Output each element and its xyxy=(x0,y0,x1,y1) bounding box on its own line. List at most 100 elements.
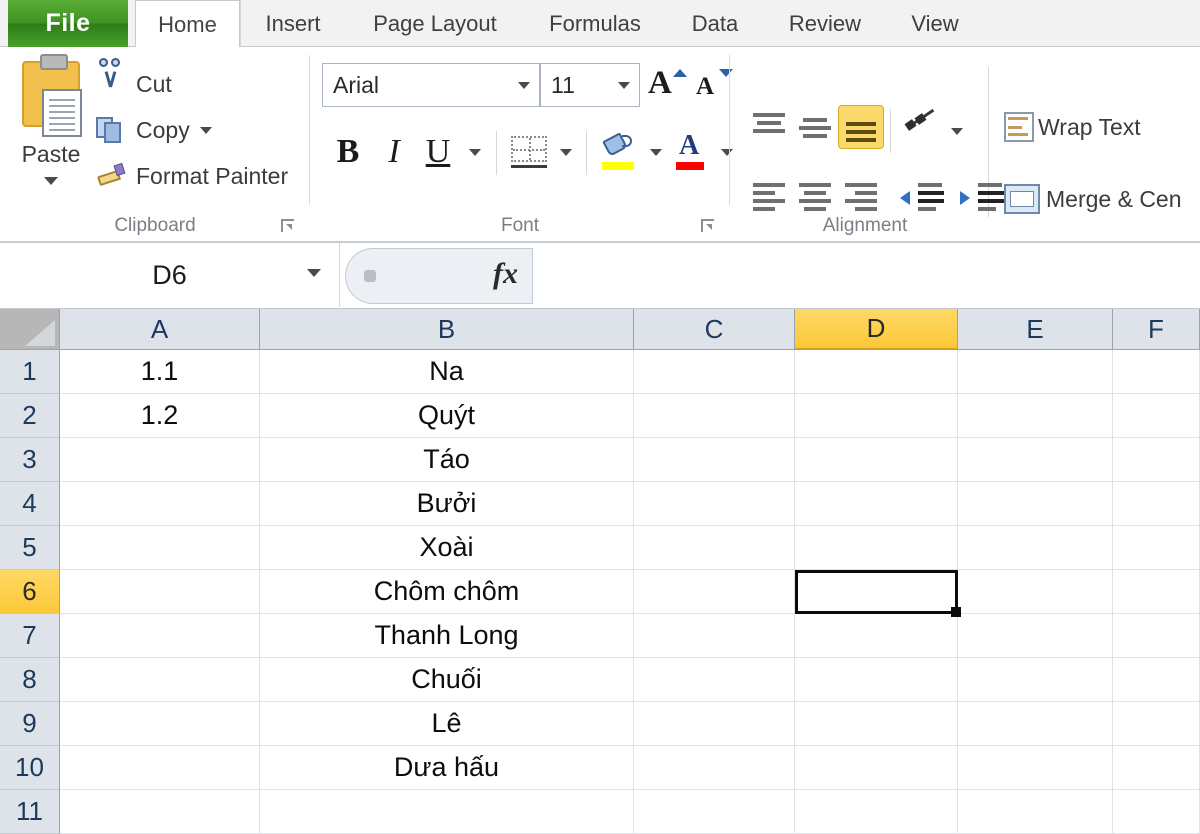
cell-B11[interactable] xyxy=(260,790,634,834)
cell-E6[interactable] xyxy=(958,570,1113,614)
column-header-C[interactable]: C xyxy=(634,309,795,350)
font-size-input[interactable]: 11 xyxy=(540,63,640,107)
cell-E3[interactable] xyxy=(958,438,1113,482)
row-header-5[interactable]: 5 xyxy=(0,526,60,570)
fill-color-dropdown[interactable] xyxy=(642,127,670,177)
cell-A11[interactable] xyxy=(60,790,260,834)
underline-button[interactable]: U xyxy=(416,127,460,177)
cell-E5[interactable] xyxy=(958,526,1113,570)
increase-font-size-button[interactable]: A xyxy=(646,63,690,107)
cell-D4[interactable] xyxy=(795,482,958,526)
cell-D11[interactable] xyxy=(795,790,958,834)
cell-A8[interactable] xyxy=(60,658,260,702)
row-header-6[interactable]: 6 xyxy=(0,570,60,614)
cell-A5[interactable] xyxy=(60,526,260,570)
cell-A9[interactable] xyxy=(60,702,260,746)
spreadsheet-grid[interactable]: ABCDEF 1 2 3 4 5 6 7 8 9 10 11 1.1 Na 1.2 Quýt Táo Bưởi… xyxy=(0,309,1200,834)
tab-data[interactable]: Data xyxy=(665,0,765,47)
cell-C8[interactable] xyxy=(634,658,795,702)
chevron-down-icon[interactable] xyxy=(44,177,58,185)
row-header-4[interactable]: 4 xyxy=(0,482,60,526)
cell-E9[interactable] xyxy=(958,702,1113,746)
cell-F7[interactable] xyxy=(1113,614,1200,658)
cell-F2[interactable] xyxy=(1113,394,1200,438)
cell-F5[interactable] xyxy=(1113,526,1200,570)
fill-color-button[interactable] xyxy=(596,127,642,177)
cell-B6[interactable]: Chôm chôm xyxy=(260,570,634,614)
tab-home[interactable]: Home xyxy=(135,0,240,48)
cell-C1[interactable] xyxy=(634,350,795,394)
active-cell-selection[interactable] xyxy=(795,570,961,617)
tab-review[interactable]: Review xyxy=(765,0,885,47)
cell-F4[interactable] xyxy=(1113,482,1200,526)
cell-E11[interactable] xyxy=(958,790,1113,834)
cell-A4[interactable] xyxy=(60,482,260,526)
borders-dropdown[interactable] xyxy=(552,127,580,177)
name-box[interactable]: D6 xyxy=(0,243,340,307)
cell-C5[interactable] xyxy=(634,526,795,570)
font-dialog-launcher[interactable] xyxy=(700,218,716,234)
fill-handle[interactable] xyxy=(951,607,961,617)
tab-formulas[interactable]: Formulas xyxy=(525,0,665,47)
borders-button[interactable] xyxy=(506,127,552,177)
font-color-button[interactable]: A xyxy=(670,127,714,177)
align-top-button[interactable] xyxy=(746,105,792,149)
cell-B9[interactable]: Lê xyxy=(260,702,634,746)
align-middle-button[interactable] xyxy=(792,105,838,149)
row-header-11[interactable]: 11 xyxy=(0,790,60,834)
underline-dropdown[interactable] xyxy=(462,127,488,177)
row-header-2[interactable]: 2 xyxy=(0,394,60,438)
row-header-8[interactable]: 8 xyxy=(0,658,60,702)
cell-C3[interactable] xyxy=(634,438,795,482)
cell-E2[interactable] xyxy=(958,394,1113,438)
cut-button[interactable]: Cut xyxy=(96,58,172,105)
cell-D5[interactable] xyxy=(795,526,958,570)
cell-E7[interactable] xyxy=(958,614,1113,658)
cell-C2[interactable] xyxy=(634,394,795,438)
chevron-down-icon[interactable] xyxy=(307,269,321,277)
column-header-B[interactable]: B xyxy=(260,309,634,350)
align-bottom-button[interactable] xyxy=(838,105,884,149)
clipboard-dialog-launcher[interactable] xyxy=(280,218,296,234)
cell-D8[interactable] xyxy=(795,658,958,702)
cell-B8[interactable]: Chuối xyxy=(260,658,634,702)
row-header-10[interactable]: 10 xyxy=(0,746,60,790)
cell-B7[interactable]: Thanh Long xyxy=(260,614,634,658)
cell-F10[interactable] xyxy=(1113,746,1200,790)
cell-C4[interactable] xyxy=(634,482,795,526)
column-header-D[interactable]: D xyxy=(795,309,958,350)
cell-E4[interactable] xyxy=(958,482,1113,526)
select-all-corner[interactable] xyxy=(0,309,60,350)
column-header-A[interactable]: A xyxy=(60,309,260,350)
cell-A1[interactable]: 1.1 xyxy=(60,350,260,394)
cell-F6[interactable] xyxy=(1113,570,1200,614)
cell-B10[interactable]: Dưa hấu xyxy=(260,746,634,790)
cell-C11[interactable] xyxy=(634,790,795,834)
cell-A10[interactable] xyxy=(60,746,260,790)
bold-button[interactable]: B xyxy=(326,127,370,177)
cell-B3[interactable]: Táo xyxy=(260,438,634,482)
cell-F11[interactable] xyxy=(1113,790,1200,834)
cell-A6[interactable] xyxy=(60,570,260,614)
cell-A3[interactable] xyxy=(60,438,260,482)
font-name-input[interactable]: Arial xyxy=(322,63,540,107)
row-header-9[interactable]: 9 xyxy=(0,702,60,746)
cell-C7[interactable] xyxy=(634,614,795,658)
tab-view[interactable]: View xyxy=(885,0,985,47)
tab-insert[interactable]: Insert xyxy=(240,0,345,47)
cell-D3[interactable] xyxy=(795,438,958,482)
cell-F1[interactable] xyxy=(1113,350,1200,394)
formula-input[interactable] xyxy=(533,248,1200,304)
cell-E1[interactable] xyxy=(958,350,1113,394)
row-header-1[interactable]: 1 xyxy=(0,350,60,394)
chevron-down-icon[interactable] xyxy=(618,81,630,89)
cell-A2[interactable]: 1.2 xyxy=(60,394,260,438)
format-painter-button[interactable]: Format Painter xyxy=(96,155,288,197)
cell-C9[interactable] xyxy=(634,702,795,746)
merge-center-button[interactable]: Merge & Cen xyxy=(1004,175,1182,223)
cell-E10[interactable] xyxy=(958,746,1113,790)
cell-B2[interactable]: Quýt xyxy=(260,394,634,438)
cell-C6[interactable] xyxy=(634,570,795,614)
cell-D7[interactable] xyxy=(795,614,958,658)
row-header-7[interactable]: 7 xyxy=(0,614,60,658)
